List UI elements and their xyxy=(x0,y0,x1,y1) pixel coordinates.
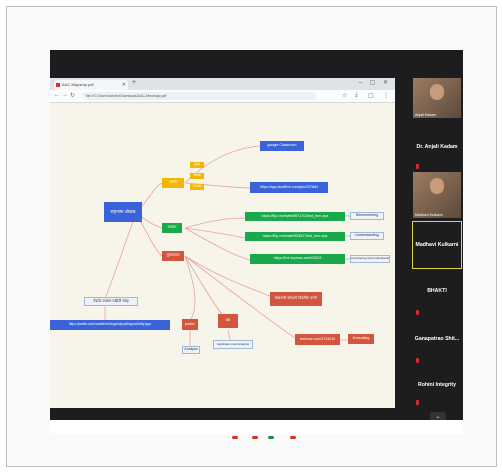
participant-video: Anjali Kadam xyxy=(413,78,461,118)
participant-tile-4[interactable]: Ganapatrao Shit... xyxy=(413,324,461,370)
participant-tile-1-video[interactable]: Anjali Kadam xyxy=(413,78,461,118)
branch-node-activities: उपक्रम xyxy=(162,223,182,233)
camera-button-icon[interactable] xyxy=(252,436,258,439)
muted-mic-icon xyxy=(416,310,419,315)
tag-analysis: Analysis xyxy=(182,346,200,354)
link-node-classroom[interactable]: google Classroom xyxy=(260,141,304,151)
link-node-padlet[interactable]: https://padlet.com/mastki/mh3ngwhdpcjolh… xyxy=(50,320,170,330)
tag-apply: Application and Analysis xyxy=(213,340,253,349)
central-topic-node: राष्ट्रभाषा ओळख xyxy=(104,202,142,222)
link-node-topmac[interactable]: https://live.topmac.com/02519 xyxy=(250,254,345,264)
participant-name: Dr. Anjali Kadam xyxy=(416,144,458,150)
leave-button-icon[interactable] xyxy=(290,436,296,439)
padlet-label-node: पॅडलेट उपक्रम माहिती संग्रह xyxy=(84,297,138,306)
meeting-toolbar xyxy=(50,420,463,434)
participant-tile-5[interactable]: Rohini Integrity xyxy=(413,372,461,410)
sub-node-tools: Tools xyxy=(190,184,204,190)
participant-name: BHAKTI xyxy=(427,288,447,294)
red-node-test: padlet xyxy=(182,319,198,330)
shared-browser-window: AAC-Mapsmp.pdf ✕ + – ▢ ✕ ← → ↻ file:///C… xyxy=(50,78,395,408)
participant-tile-1[interactable]: Dr. Anjali Kadam xyxy=(413,120,461,172)
branch-node-tools: साधने xyxy=(162,178,184,188)
link-node-studify[interactable]: https://app.studifive.com/join/257684 xyxy=(250,182,328,193)
link-node-flip-1[interactable]: https://flip.vm/invite/8671701bed_mm-npa xyxy=(245,212,345,221)
sub-node-app: App xyxy=(190,162,204,168)
branch-node-evaluation: मूल्यमापन xyxy=(162,251,184,261)
mic-button-icon[interactable] xyxy=(232,436,238,439)
red-node-quiz: प्रश्न xyxy=(218,314,238,328)
video-name-label: Anjali Kadam xyxy=(415,113,437,117)
tag-evaluating: Evaluating xyxy=(348,334,374,344)
participant-tile-2[interactable]: Madhavi Kulkarni xyxy=(412,221,462,269)
participant-tile-3[interactable]: BHAKTI xyxy=(413,272,461,322)
muted-mic-icon xyxy=(416,358,419,363)
participant-name: Madhavi Kulkarni xyxy=(415,242,459,248)
participant-face xyxy=(430,178,444,194)
video-name-label: Madhavi Kulkarni xyxy=(415,213,443,217)
muted-mic-icon xyxy=(416,400,419,405)
participant-name: Ganapatrao Shit... xyxy=(414,336,460,342)
muted-mic-icon xyxy=(416,164,419,169)
share-button-icon[interactable] xyxy=(268,436,274,439)
tag-understanding: Understanding xyxy=(350,232,384,240)
participant-tile-2-video[interactable]: Madhavi Kulkarni xyxy=(413,172,461,218)
link-node-flip-2[interactable]: https://flip.vm/invite/9538174ed_mm-npa xyxy=(245,232,345,241)
participant-name: Rohini Integrity xyxy=(417,382,457,388)
tag-remember-understand: Remembering and understanding xyxy=(350,255,390,263)
red-node-writing: लेखनाची कौशल्ये विकसित करणे xyxy=(270,292,322,306)
participant-video: Madhavi Kulkarni xyxy=(413,172,461,218)
link-node-testmoz[interactable]: testmoz.com/3734410 xyxy=(295,334,340,345)
mindmap-connectors xyxy=(104,145,350,346)
tag-remembering: Remembering xyxy=(350,212,384,220)
participant-face xyxy=(430,84,444,100)
sub-node-web: Web xyxy=(190,173,204,179)
